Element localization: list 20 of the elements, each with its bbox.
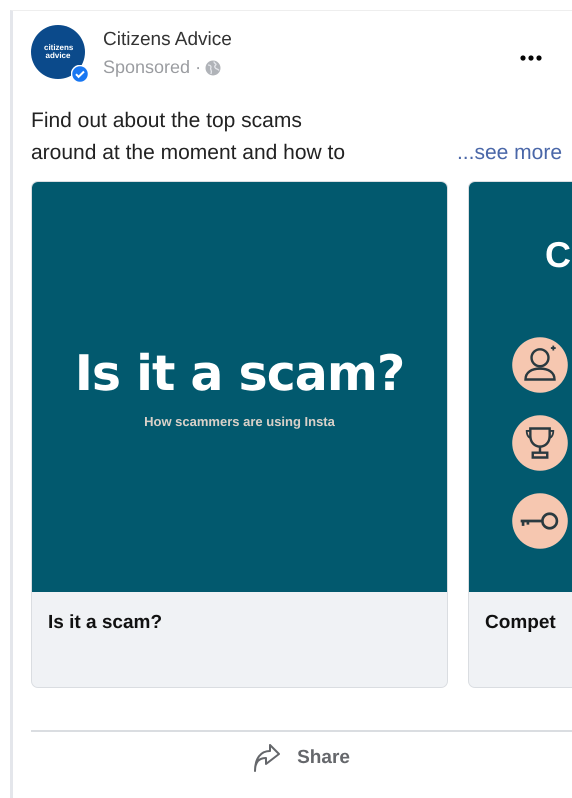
image-headline: C [544, 234, 571, 276]
card-title: Compet [485, 612, 556, 633]
carousel-card[interactable]: C Compet [468, 181, 572, 688]
share-button[interactable]: Share [253, 744, 350, 772]
see-more-link[interactable]: ...see more [456, 137, 562, 169]
more-options-button[interactable] [518, 53, 544, 63]
person-icon [511, 336, 569, 394]
image-subheadline: How scammers are using Insta [144, 414, 335, 429]
post-text: around at the moment and how to [31, 140, 346, 166]
globe-icon [205, 60, 222, 76]
card-title: Is it a scam? [48, 612, 162, 633]
avatar-logo-text: citizens advice [44, 44, 72, 60]
post-text: Find out about the top scams [31, 108, 302, 134]
author-name[interactable]: Citizens Advice [103, 29, 232, 51]
more-icon [520, 55, 542, 61]
trophy-icon [511, 414, 569, 472]
image-headline: Is it a scam? [74, 345, 404, 402]
sponsored-label: Sponsored · [103, 57, 202, 78]
key-icon [511, 492, 569, 550]
carousel-card[interactable]: Is it a scam? How scammers are using Insta Is it a scam? [31, 181, 448, 688]
